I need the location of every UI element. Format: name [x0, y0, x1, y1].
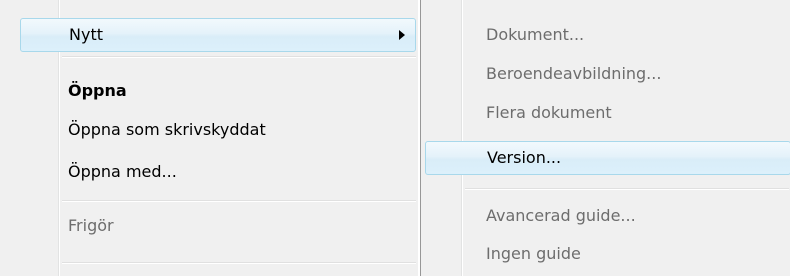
menu-separator	[62, 262, 416, 264]
submenu-item-avancerad-guide: Avancerad guide...	[425, 199, 790, 233]
menu-separator	[62, 200, 416, 202]
menu-item-label: Avancerad guide...	[486, 206, 636, 225]
menu-item-nytt[interactable]: Nytt	[20, 18, 416, 52]
submenu-item-beroendeavbildning: Beroendeavbildning...	[425, 57, 790, 91]
menu-item-label: Version...	[487, 148, 562, 167]
menu-item-label: Flera dokument	[486, 103, 612, 122]
menu-item-label: Öppna med...	[68, 162, 177, 181]
menu-item-label: Frigör	[68, 216, 114, 235]
menu-item-oppna-med[interactable]: Öppna med...	[20, 155, 416, 189]
submenu-item-version[interactable]: Version...	[425, 141, 790, 175]
menu-item-oppna-skrivskyddat[interactable]: Öppna som skrivskyddat	[20, 113, 416, 147]
submenu-item-flera-dokument: Flera dokument	[425, 96, 790, 130]
submenu-item-ingen-guide: Ingen guide	[425, 237, 790, 271]
context-menu-screen: Nytt Öppna Öppna som skrivskyddat Öppna …	[0, 0, 790, 276]
menu-item-oppna[interactable]: Öppna	[20, 74, 416, 108]
menu-item-label: Öppna som skrivskyddat	[68, 120, 266, 139]
menu-separator	[62, 56, 416, 58]
chevron-right-icon	[399, 30, 405, 40]
menu-item-label: Öppna	[68, 81, 127, 100]
menu-item-frigor: Frigör	[20, 209, 416, 243]
menu-item-label: Ingen guide	[486, 244, 581, 263]
menu-item-label: Dokument...	[486, 25, 585, 44]
context-menu: Nytt Öppna Öppna som skrivskyddat Öppna …	[0, 0, 418, 276]
submenu-nytt: Dokument... Beroendeavbildning... Flera …	[420, 0, 790, 276]
menu-item-label: Nytt	[69, 25, 103, 44]
submenu-item-dokument: Dokument...	[425, 18, 790, 52]
menu-separator	[465, 188, 789, 190]
menu-item-label: Beroendeavbildning...	[486, 64, 662, 83]
